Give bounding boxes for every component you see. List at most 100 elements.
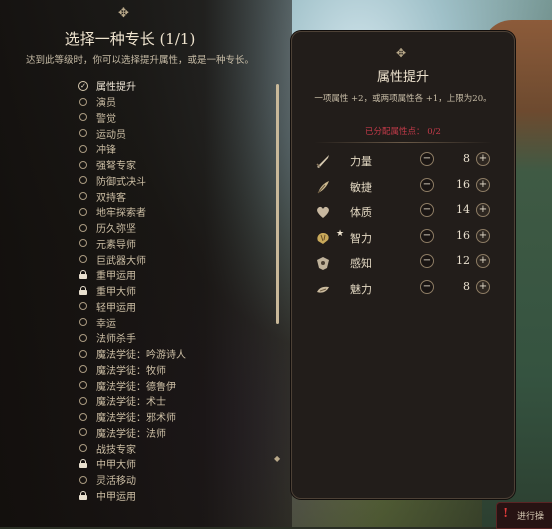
- alert-icon: !: [503, 506, 509, 520]
- feat-item[interactable]: 魔法学徒：吟游诗人: [78, 346, 186, 362]
- radio-circle-icon: [78, 191, 88, 201]
- feat-item[interactable]: 魔法学徒：牧师: [78, 362, 186, 378]
- feat-panel-description: 达到此等级时，你可以选择提升属性，或是一种专长。: [26, 55, 255, 66]
- lock-icon: [78, 286, 88, 296]
- feat-item[interactable]: 魔法学徒：德鲁伊: [78, 377, 186, 393]
- feat-list: ✓ 属性提升 演员警觉运动员冲锋 强弩专家 防御式决斗 双持客地牢探索者 历久弥坚元素导师巨…: [78, 78, 186, 503]
- feat-label: 魔法学徒：牧师: [96, 365, 166, 377]
- radio-circle-icon: [78, 317, 88, 327]
- mask-icon: [314, 280, 332, 298]
- lock-icon: [78, 459, 88, 469]
- stat-row: ★ 智力 − 16 +: [314, 227, 500, 249]
- feat-item[interactable]: 双持客: [78, 188, 186, 204]
- radio-circle-icon: [78, 254, 88, 264]
- feat-label: 冲锋: [96, 145, 116, 157]
- feat-item[interactable]: ✓ 属性提升: [78, 78, 186, 94]
- feat-item[interactable]: 中甲大师: [78, 456, 186, 472]
- warning-banner[interactable]: ! 进行操: [496, 502, 552, 529]
- feat-item[interactable]: 魔法学徒：邪术师: [78, 409, 186, 425]
- feat-label: 属性提升: [96, 82, 136, 94]
- lock-icon: [78, 270, 88, 280]
- heart-icon: [314, 203, 332, 221]
- feat-label: 魔法学徒：法师: [96, 428, 166, 440]
- stat-value: 14: [456, 203, 470, 216]
- lock-icon: [78, 490, 88, 500]
- increase-button[interactable]: +: [476, 254, 490, 268]
- feat-item[interactable]: 地牢探索者: [78, 204, 186, 220]
- feat-item[interactable]: 历久弥坚: [78, 220, 186, 236]
- feat-item[interactable]: 法师杀手: [78, 330, 186, 346]
- radio-circle-icon: [78, 175, 88, 185]
- feat-item[interactable]: 强弩专家: [78, 157, 186, 173]
- increase-button[interactable]: +: [476, 228, 490, 243]
- stat-row: 感知 − 12 +: [314, 252, 500, 274]
- feat-label: 元素导师: [96, 239, 136, 251]
- warning-text: 进行操: [517, 512, 545, 522]
- stat-value: 8: [463, 152, 470, 165]
- feat-item[interactable]: 元素导师: [78, 236, 186, 252]
- radio-circle-icon: [78, 112, 88, 122]
- feat-item[interactable]: 演员: [78, 94, 186, 110]
- feat-label: 魔法学徒：邪术师: [96, 413, 176, 425]
- scroll-end-icon: ◆: [274, 454, 281, 463]
- stat-name: 感知: [350, 257, 372, 270]
- feat-item[interactable]: 巨武器大师: [78, 251, 186, 267]
- radio-circle-icon: [78, 97, 88, 107]
- stat-row: 体质 − 14 +: [314, 201, 500, 223]
- feather-icon: [314, 178, 332, 196]
- decrease-button[interactable]: −: [420, 203, 434, 217]
- feat-item[interactable]: 轻甲运用: [78, 299, 186, 315]
- radio-circle-icon: [78, 364, 88, 374]
- feat-label: 运动员: [96, 129, 126, 141]
- feat-list-scrollbar[interactable]: [276, 84, 279, 324]
- feat-item[interactable]: 魔法学徒：法师: [78, 425, 186, 441]
- decrease-button[interactable]: −: [420, 279, 434, 294]
- feat-panel-title: 选择一种专长 (1/1): [64, 30, 196, 48]
- ability-panel-title: 属性提升: [376, 70, 429, 85]
- feat-item[interactable]: 冲锋: [78, 141, 186, 157]
- feat-item[interactable]: 战技专家: [78, 440, 186, 456]
- sword-icon: [314, 152, 332, 170]
- feat-item[interactable]: 防御式决斗: [78, 173, 186, 189]
- feat-item[interactable]: 魔法学徒：术士: [78, 393, 186, 409]
- decrease-button[interactable]: −: [420, 152, 434, 166]
- radio-circle-icon: [78, 207, 88, 217]
- feat-item[interactable]: 重甲大师: [78, 283, 186, 299]
- decrease-button[interactable]: −: [420, 177, 434, 192]
- radio-circle-icon: [78, 144, 88, 154]
- stat-value: 16: [456, 228, 470, 242]
- feat-selection-panel: ✥ 选择一种专长 (1/1) 达到此等级时，你可以选择提升属性，或是一种专长。 …: [0, 0, 292, 527]
- stat-row: 敏捷 − 16 +: [314, 176, 500, 198]
- increase-button[interactable]: +: [476, 152, 490, 166]
- increase-button[interactable]: +: [476, 177, 490, 192]
- stat-value: 16: [456, 177, 470, 191]
- stat-value: 12: [456, 254, 470, 267]
- feat-item[interactable]: 重甲运用: [78, 267, 186, 283]
- stat-name: 敏捷: [350, 180, 372, 194]
- radio-circle-icon: [78, 160, 88, 170]
- star-icon: ★: [336, 228, 345, 239]
- increase-button[interactable]: +: [476, 203, 490, 217]
- check-icon: ✓: [78, 80, 88, 91]
- feat-item[interactable]: 中甲运用: [78, 488, 186, 504]
- feat-label: 轻甲运用: [96, 302, 136, 314]
- feat-item[interactable]: 灵活移动: [78, 472, 186, 488]
- radio-circle-icon: [78, 380, 88, 390]
- ability-improvement-panel: ✥ 属性提升 一项属性 +2，或两项属性各 +1，上限为20。 已分配属性点： …: [291, 31, 515, 499]
- radio-circle-icon: [78, 301, 88, 311]
- decrease-button[interactable]: −: [420, 254, 434, 268]
- stat-name: 力量: [350, 155, 372, 168]
- feat-label: 中甲大师: [96, 460, 136, 472]
- increase-button[interactable]: +: [476, 279, 490, 294]
- radio-circle-icon: [78, 238, 88, 248]
- feat-label: 地牢探索者: [96, 208, 146, 220]
- stat-row: 力量 − 8 +: [314, 150, 500, 172]
- feat-label: 重甲运用: [96, 271, 136, 283]
- feat-item[interactable]: 运动员: [78, 125, 186, 141]
- decrease-button[interactable]: −: [420, 228, 434, 243]
- feat-label: 警觉: [96, 113, 116, 125]
- feat-item[interactable]: 幸运: [78, 314, 186, 330]
- feat-label: 中甲运用: [96, 491, 136, 503]
- feat-item[interactable]: 警觉: [78, 110, 186, 126]
- radio-circle-icon: [78, 443, 88, 453]
